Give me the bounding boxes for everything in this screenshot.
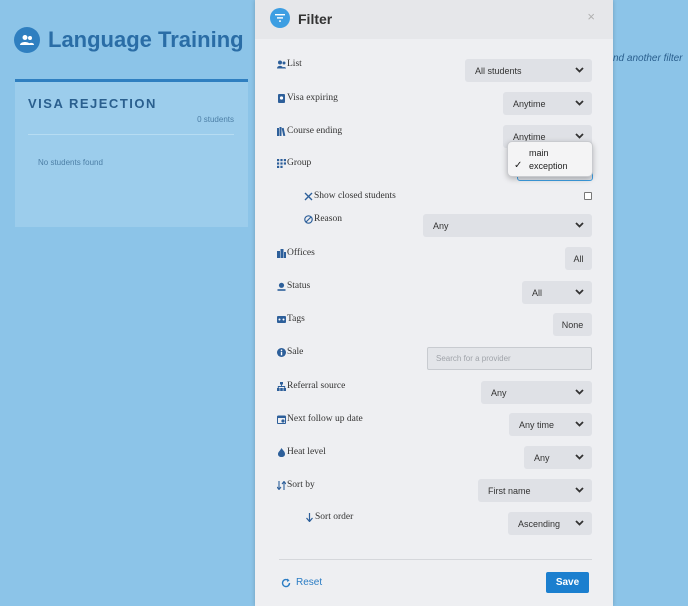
reason-label: Reason bbox=[304, 214, 342, 224]
ban-icon bbox=[304, 214, 313, 224]
add-filter-link[interactable]: nd another filter bbox=[613, 53, 683, 64]
calendar-clock-icon bbox=[277, 415, 286, 424]
chevron-down-icon bbox=[575, 100, 584, 106]
offices-label: Offices bbox=[277, 248, 315, 258]
footer-divider bbox=[279, 559, 592, 560]
close-icon[interactable]: × bbox=[587, 9, 595, 24]
grid-icon bbox=[277, 158, 286, 168]
status-select[interactable]: All bbox=[522, 281, 592, 304]
card-title: VISA REJECTION bbox=[28, 96, 157, 111]
filter-icon bbox=[270, 8, 290, 28]
reason-select[interactable]: Any bbox=[423, 214, 592, 237]
chevron-down-icon bbox=[575, 454, 584, 460]
reset-button[interactable]: Reset bbox=[281, 577, 322, 588]
arrow-down-icon bbox=[305, 512, 314, 522]
fire-icon bbox=[277, 447, 286, 457]
chevron-down-icon bbox=[575, 133, 584, 139]
heat-label: Heat level bbox=[277, 447, 326, 457]
tags-button[interactable]: None bbox=[553, 313, 592, 336]
followup-select[interactable]: Any time bbox=[509, 413, 592, 436]
course-label: Course ending bbox=[277, 126, 342, 136]
modal-title: Filter bbox=[298, 11, 333, 27]
group-dropdown: main ✓ exception bbox=[507, 141, 593, 177]
chevron-down-icon bbox=[575, 520, 584, 526]
pipeline-card: VISA REJECTION 0 students No students fo… bbox=[15, 79, 248, 227]
status-label: Status bbox=[277, 281, 310, 291]
users-icon bbox=[14, 27, 40, 53]
referral-select[interactable]: Any bbox=[481, 381, 592, 404]
provider-search-input[interactable] bbox=[427, 347, 592, 370]
offices-button[interactable]: All bbox=[565, 247, 592, 270]
tags-icon bbox=[277, 315, 286, 324]
refresh-icon bbox=[281, 578, 291, 587]
chevron-down-icon bbox=[575, 67, 584, 73]
modal-header: Filter × bbox=[255, 0, 613, 39]
pin-icon bbox=[277, 282, 286, 291]
card-divider bbox=[28, 134, 234, 135]
list-select[interactable]: All students bbox=[465, 59, 592, 82]
closed-label: Show closed students bbox=[304, 191, 396, 201]
x-icon bbox=[304, 192, 313, 201]
sortby-select[interactable]: First name bbox=[478, 479, 592, 502]
books-icon bbox=[277, 126, 286, 136]
sortby-label: Sort by bbox=[277, 480, 315, 490]
sale-label: Sale bbox=[277, 347, 303, 357]
checkmark-icon: ✓ bbox=[514, 160, 523, 171]
filter-modal: Filter × List All students Visa expiring… bbox=[255, 0, 613, 606]
group-option-exception[interactable]: exception bbox=[529, 161, 568, 171]
app-header: Language Training ▼ Fi bbox=[14, 24, 275, 56]
page-title: Language Training bbox=[48, 27, 244, 52]
heat-select[interactable]: Any bbox=[524, 446, 592, 469]
sortorder-label: Sort order bbox=[305, 512, 353, 522]
show-closed-checkbox[interactable] bbox=[584, 192, 592, 200]
group-option-main[interactable]: main bbox=[529, 148, 549, 158]
chevron-down-icon bbox=[575, 289, 584, 295]
passport-icon bbox=[277, 93, 286, 103]
sort-icon bbox=[277, 480, 286, 490]
chevron-down-icon bbox=[575, 421, 584, 427]
visa-select[interactable]: Anytime bbox=[503, 92, 592, 115]
users-icon bbox=[277, 60, 286, 69]
sortorder-select[interactable]: Ascending bbox=[508, 512, 592, 535]
followup-label: Next follow up date bbox=[277, 414, 363, 424]
chevron-down-icon bbox=[575, 222, 584, 228]
chevron-down-icon bbox=[575, 487, 584, 493]
group-label: Group bbox=[277, 158, 311, 168]
card-count: 0 students bbox=[197, 115, 234, 124]
info-icon bbox=[277, 347, 286, 357]
visa-label: Visa expiring bbox=[277, 93, 338, 103]
sitemap-icon bbox=[277, 381, 286, 391]
save-button[interactable]: Save bbox=[546, 572, 589, 593]
chevron-down-icon bbox=[575, 389, 584, 395]
card-empty-text: No students found bbox=[38, 158, 103, 167]
building-icon bbox=[277, 248, 286, 258]
tags-label: Tags bbox=[277, 314, 305, 324]
referral-label: Referral source bbox=[277, 381, 345, 391]
list-label: List bbox=[277, 59, 302, 69]
